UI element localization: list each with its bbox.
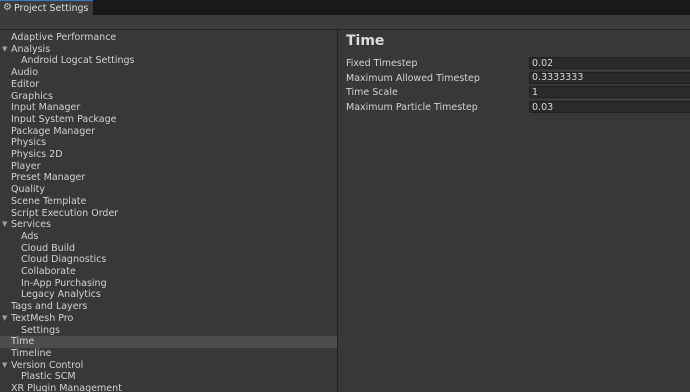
sidebar-item-label: Tags and Layers [11, 301, 88, 313]
setting-row: Time Scale [346, 86, 690, 100]
sidebar-item-label: Plastic SCM [21, 371, 76, 383]
sidebar-item[interactable]: XR Plugin Management [0, 383, 337, 392]
sidebar-item-label: Preset Manager [11, 172, 86, 184]
sidebar-item[interactable]: Settings [0, 325, 337, 337]
sidebar-item[interactable]: Tags and Layers [0, 301, 337, 313]
setting-label: Maximum Allowed Timestep [346, 72, 480, 84]
sidebar-item-label: Adaptive Performance [11, 32, 117, 43]
settings-panel: Time Fixed Timestep Maximum Allowed Times… [338, 30, 690, 392]
setting-value-field[interactable] [529, 57, 690, 69]
setting-value-field[interactable] [529, 101, 690, 114]
sidebar-item[interactable]: Legacy Analytics [0, 289, 337, 301]
sidebar-item[interactable]: Cloud Build [0, 243, 337, 255]
sidebar-item-label: Player [11, 160, 41, 172]
sidebar-item[interactable]: ▼ TextMesh Pro [0, 313, 337, 325]
sidebar-item-label: Editor [11, 78, 40, 90]
sidebar-item[interactable]: Time [0, 336, 337, 348]
setting-label: Maximum Particle Timestep [346, 102, 478, 114]
sidebar-item[interactable]: Audio [0, 67, 337, 79]
sidebar-item-label: Version Control [11, 359, 84, 371]
sidebar-item-label: In-App Purchasing [21, 277, 107, 289]
sidebar-item-label: Settings [21, 324, 60, 336]
sidebar-item-label: XR Plugin Management [11, 383, 122, 392]
sidebar-item-label: Cloud Build [21, 242, 76, 254]
sidebar-item-label: Audio [11, 67, 39, 79]
tab-title: Project Settings [13, 2, 89, 14]
sidebar-item[interactable]: Ads [0, 231, 337, 243]
sidebar-item[interactable]: Script Execution Order [0, 208, 337, 220]
sidebar-item-label: TextMesh Pro [11, 312, 74, 324]
setting-row: Maximum Allowed Timestep [346, 71, 690, 86]
sidebar-item[interactable]: Cloud Diagnostics [0, 254, 337, 266]
sidebar-item-label: Time [11, 336, 35, 348]
sidebar-item-label: Package Manager [11, 125, 96, 137]
sidebar-item-label: Cloud Diagnostics [21, 254, 107, 266]
sidebar-item-label: Quality [11, 184, 45, 196]
sidebar-item-label: Script Execution Order [11, 207, 119, 219]
sidebar-item[interactable]: Preset Manager [0, 172, 337, 184]
sidebar-item[interactable]: Android Logcat Settings [0, 55, 337, 67]
sidebar-item-label: Services [11, 219, 52, 231]
setting-row: Fixed Timestep [346, 57, 690, 71]
sidebar-item[interactable]: Adaptive Performance [0, 32, 337, 44]
sidebar-item-label: Scene Template [11, 195, 87, 207]
sidebar-item-label: Physics 2D [11, 149, 63, 160]
sidebar-item[interactable]: Timeline [0, 348, 337, 360]
sidebar-item-label: Analysis [11, 43, 51, 55]
sidebar-item-label: Input Manager [11, 102, 81, 114]
settings-sidebar: Adaptive Performance ▼ Analysis Android Log… [0, 30, 338, 392]
sidebar-item[interactable]: Quality [0, 184, 337, 196]
sidebar-item[interactable]: Collaborate [0, 266, 337, 278]
sidebar-item-label: Ads [21, 230, 39, 242]
sidebar-item[interactable]: ▼ Services [0, 219, 337, 231]
sidebar-item-label: Collaborate [21, 266, 76, 277]
expand-arrow-icon[interactable]: ▼ [2, 360, 7, 372]
sidebar-item[interactable]: Graphics [0, 91, 337, 103]
sidebar-item-label: Graphics [11, 90, 53, 102]
sidebar-item[interactable]: ▼ Analysis [0, 44, 337, 56]
sidebar-item-label: Timeline [11, 347, 52, 359]
setting-row: Maximum Particle Timestep [346, 101, 690, 115]
tab-project-settings[interactable]: ⚙ Project Settings [0, 0, 93, 15]
setting-value-field[interactable] [529, 71, 690, 84]
sidebar-item[interactable]: Package Manager [0, 126, 337, 138]
sidebar-item-label: Input System Package [11, 113, 117, 125]
sidebar-item-label: Physics [11, 137, 47, 149]
expand-arrow-icon[interactable]: ▼ [2, 219, 7, 231]
sidebar-item[interactable]: Input Manager [0, 102, 337, 114]
sidebar-item-label: Android Logcat Settings [21, 55, 135, 67]
tab-bar: ⚙ Project Settings [0, 0, 690, 15]
page-title: Time [346, 33, 385, 49]
sidebar-item[interactable]: Plastic SCM [0, 371, 337, 383]
sidebar-item[interactable]: Editor [0, 79, 337, 91]
gear-icon: ⚙ [3, 2, 12, 13]
sidebar-item[interactable]: Physics 2D [0, 149, 337, 161]
setting-label: Time Scale [346, 87, 398, 99]
sidebar-item[interactable]: Input System Package [0, 114, 337, 126]
expand-arrow-icon[interactable]: ▼ [2, 313, 7, 325]
sidebar-item[interactable]: Scene Template [0, 196, 337, 208]
expand-arrow-icon[interactable]: ▼ [2, 44, 7, 56]
sidebar-item[interactable]: ▼ Version Control [0, 360, 337, 372]
setting-value-field[interactable] [529, 86, 690, 99]
setting-label: Fixed Timestep [346, 58, 418, 69]
sidebar-item[interactable]: Player [0, 161, 337, 173]
sidebar-item[interactable]: Physics [0, 137, 337, 149]
sidebar-item-label: Legacy Analytics [21, 289, 101, 301]
toolbar [0, 15, 690, 30]
sidebar-item[interactable]: In-App Purchasing [0, 278, 337, 290]
